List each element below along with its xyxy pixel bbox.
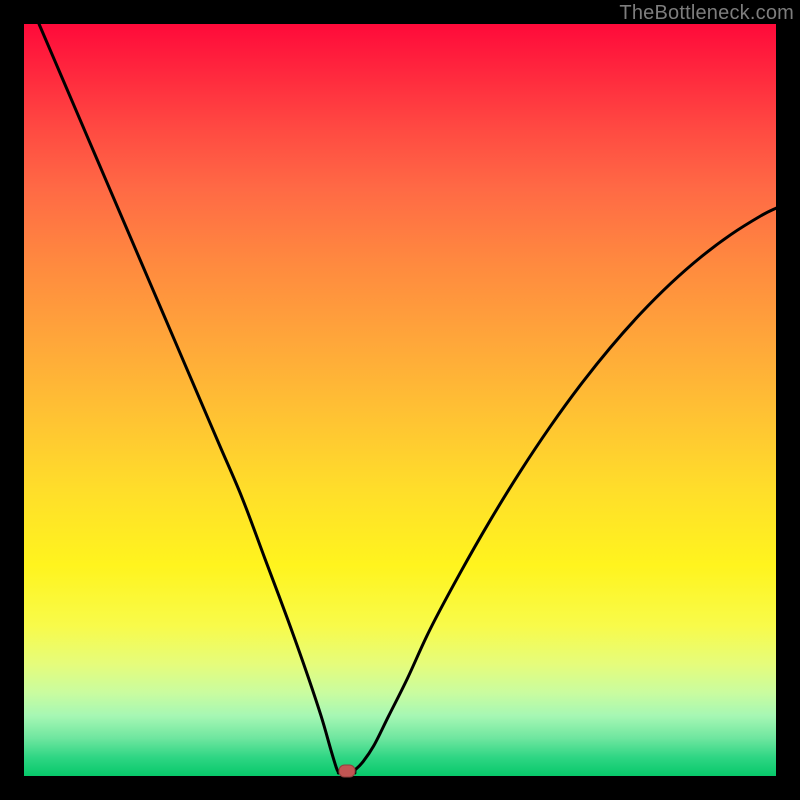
chart-background-gradient (24, 24, 776, 776)
valley-marker (339, 765, 356, 778)
watermark-text: TheBottleneck.com (619, 2, 794, 25)
chart-frame (24, 24, 776, 776)
